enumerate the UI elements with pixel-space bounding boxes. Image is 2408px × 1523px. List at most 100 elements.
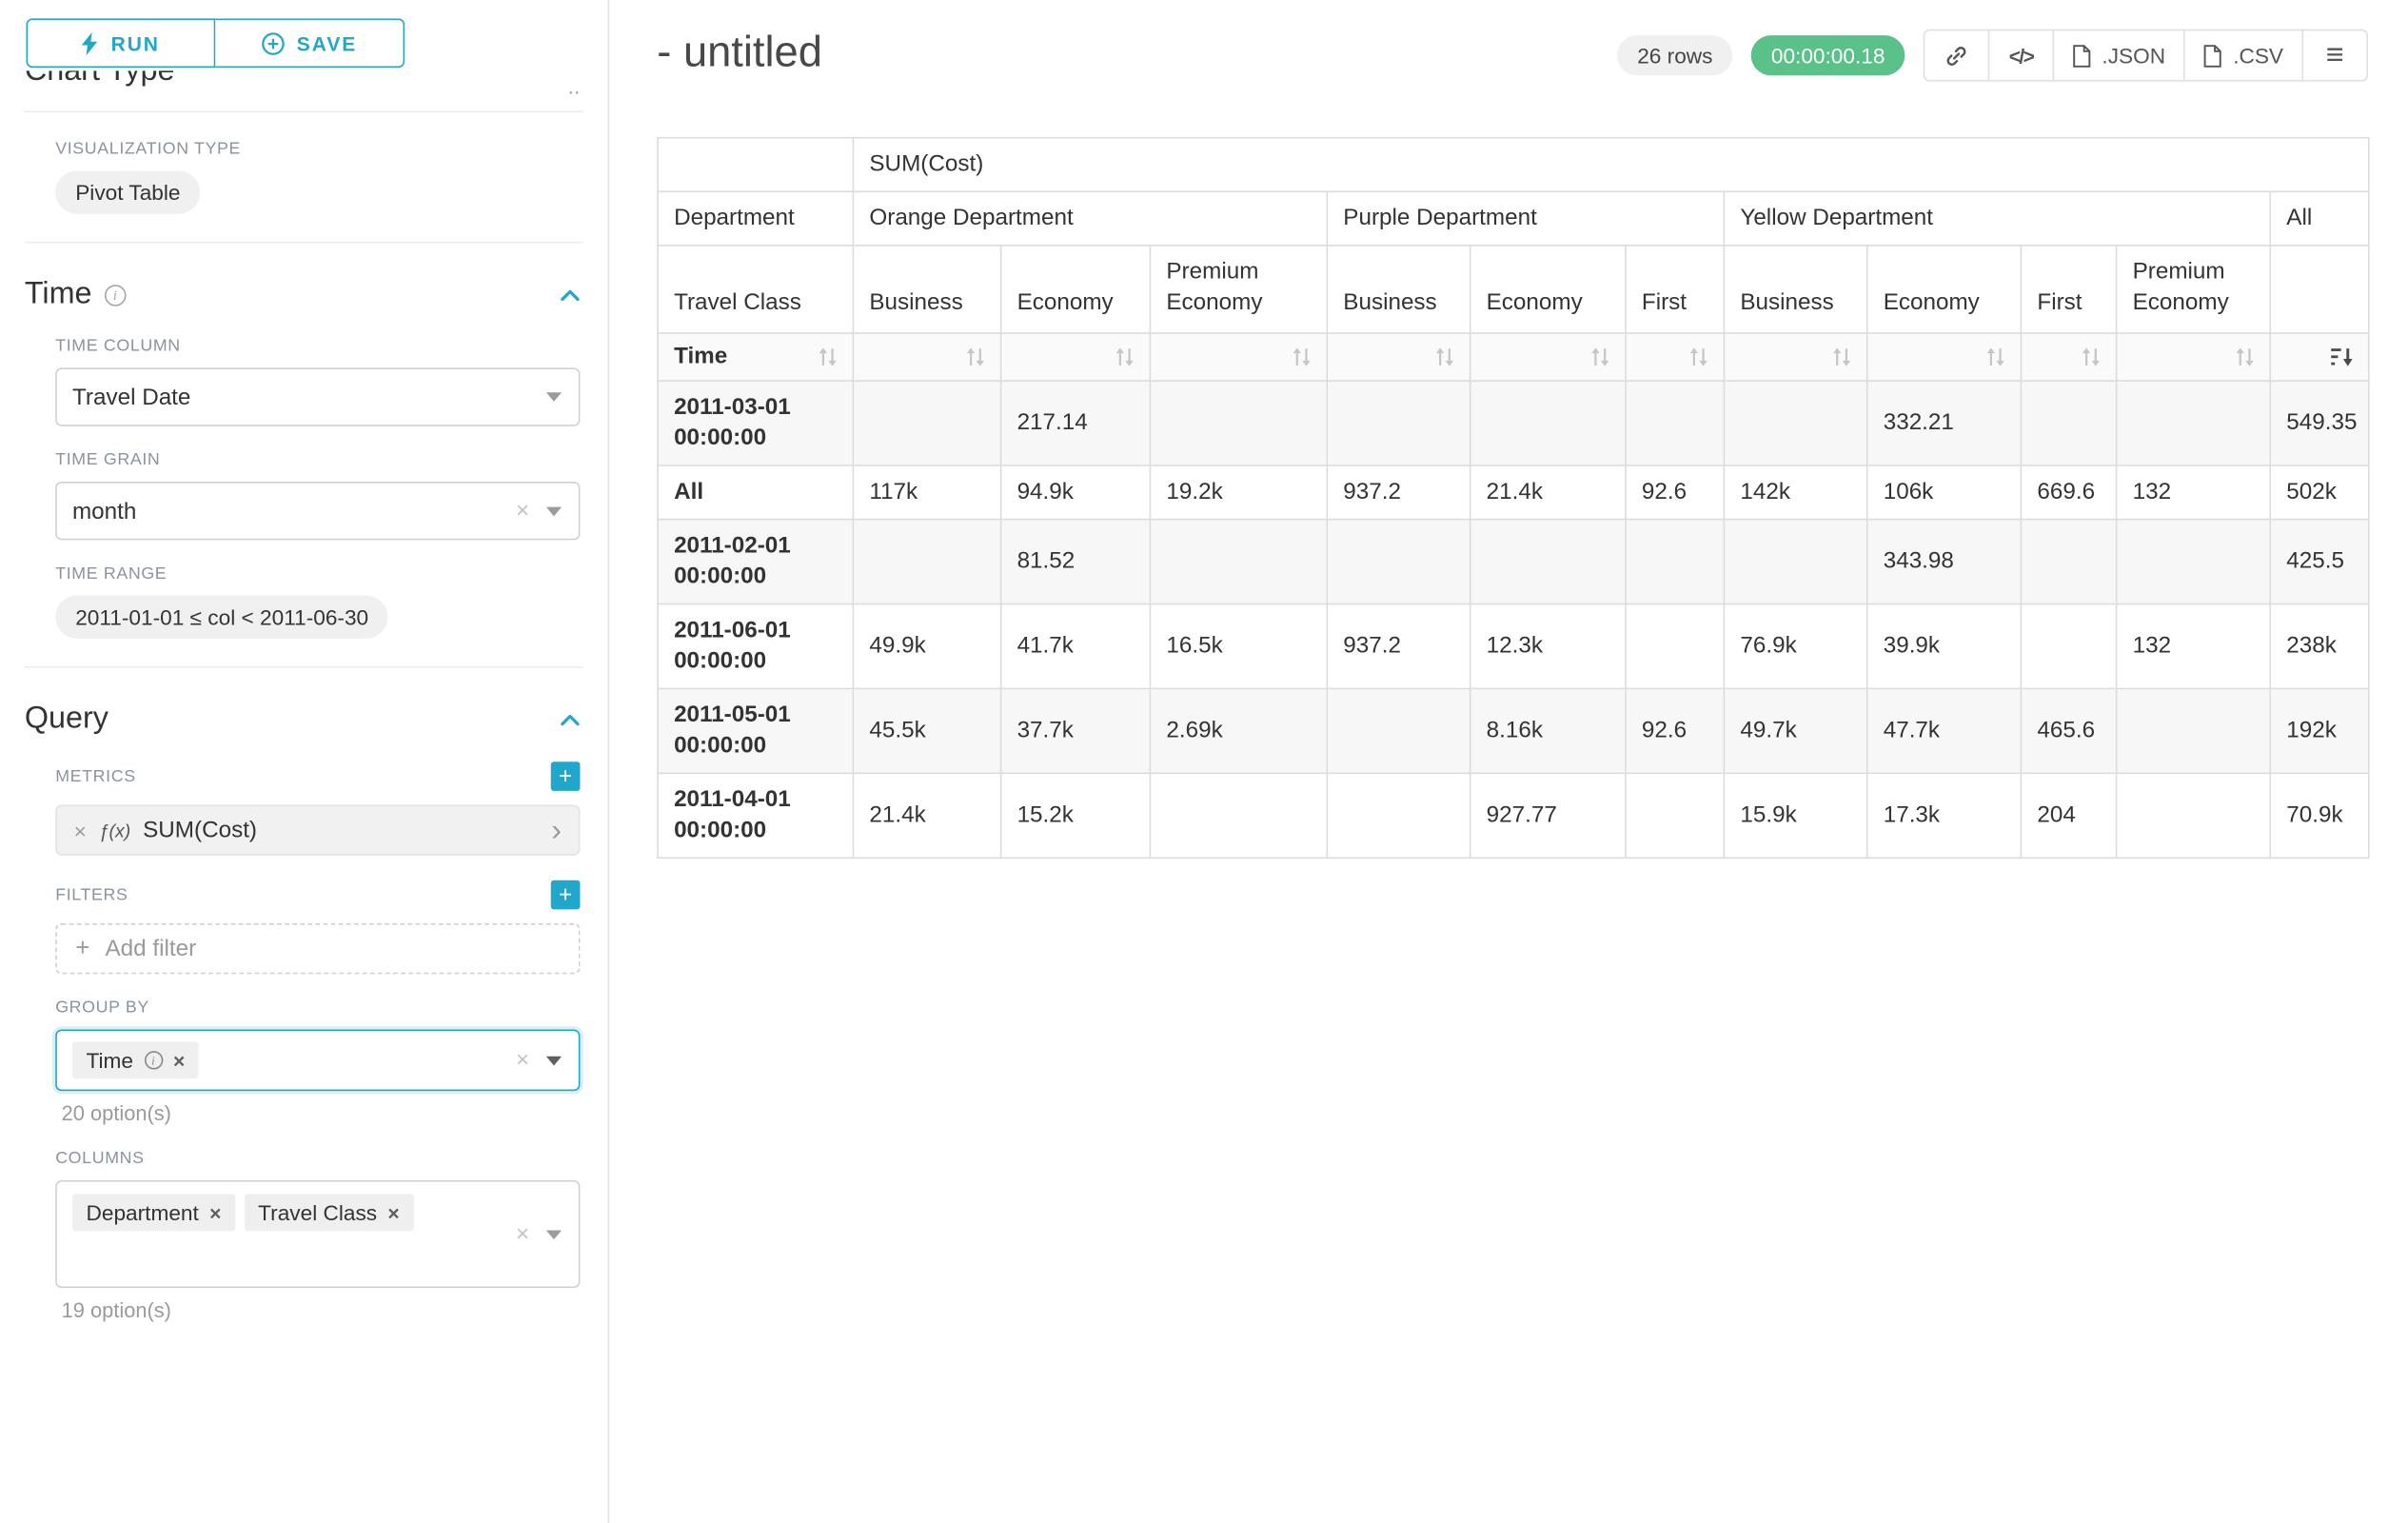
travel-class-column-header: Business bbox=[853, 246, 1000, 333]
caret-down-icon[interactable] bbox=[546, 1056, 562, 1065]
sort-icon[interactable] bbox=[1689, 347, 1707, 366]
pivot-table-container: SUM(Cost)DepartmentOrange DepartmentPurp… bbox=[657, 137, 2368, 859]
remove-metric-icon[interactable]: × bbox=[74, 820, 87, 841]
column-sort-header[interactable] bbox=[853, 333, 1000, 381]
pivot-value-cell bbox=[1626, 604, 1724, 689]
pivot-value-cell: 92.6 bbox=[1626, 465, 1724, 520]
clipped-chevron-icon: ‥ bbox=[568, 80, 581, 95]
export-json-button[interactable]: .JSON bbox=[2053, 30, 2185, 82]
time-grain-select[interactable]: month × bbox=[55, 482, 580, 540]
pivot-value-cell: 937.2 bbox=[1327, 465, 1470, 520]
pivot-value-cell bbox=[2117, 773, 2271, 858]
selected-option-tag[interactable]: Travel Class× bbox=[245, 1194, 414, 1231]
chart-header-actions: 26 rows 00:00:00.18 </> .JSON . bbox=[1617, 30, 2368, 82]
sort-icon[interactable] bbox=[2236, 347, 2254, 366]
clear-icon[interactable]: × bbox=[516, 1049, 529, 1072]
remove-tag-icon[interactable]: × bbox=[387, 1202, 399, 1222]
selected-option-tag[interactable]: Timei× bbox=[72, 1041, 199, 1078]
pivot-value-cell: 8.16k bbox=[1470, 688, 1626, 773]
pivot-value-cell bbox=[1150, 773, 1327, 858]
tag-label: Department bbox=[87, 1200, 199, 1225]
column-sort-header[interactable] bbox=[2021, 333, 2116, 381]
divider bbox=[25, 110, 583, 112]
row-count-badge: 26 rows bbox=[1617, 35, 1732, 75]
group-by-select[interactable]: Timei× × bbox=[55, 1030, 580, 1092]
metric-header: SUM(Cost) bbox=[853, 138, 2369, 192]
sort-icon[interactable] bbox=[1435, 347, 1453, 366]
travel-class-column-header: Business bbox=[1327, 246, 1470, 333]
sort-icon[interactable] bbox=[1832, 347, 1850, 366]
export-csv-button[interactable]: .CSV bbox=[2183, 30, 2303, 82]
time-section-header[interactable]: Time i bbox=[0, 259, 608, 326]
sort-icon[interactable] bbox=[1591, 347, 1609, 366]
chart-title[interactable]: - untitled bbox=[657, 25, 822, 80]
time-range-label: TIME RANGE bbox=[55, 564, 580, 583]
sort-icon[interactable] bbox=[2082, 347, 2100, 366]
chevron-up-icon[interactable] bbox=[560, 288, 580, 301]
file-icon bbox=[2073, 44, 2091, 67]
pivot-value-cell: 132 bbox=[2117, 465, 2271, 520]
pivot-value-cell: 204 bbox=[2021, 773, 2116, 858]
pivot-data-row: 2011-06-01 00:00:0049.9k41.7k16.5k937.21… bbox=[658, 604, 2369, 689]
time-range-value[interactable]: 2011-01-01 ≤ col < 2011-06-30 bbox=[55, 596, 388, 639]
column-sort-header[interactable] bbox=[1001, 333, 1151, 381]
time-column-select[interactable]: Travel Date bbox=[55, 367, 580, 425]
menu-button[interactable]: ≡ bbox=[2301, 30, 2368, 82]
filters-label: FILTERS bbox=[55, 885, 128, 903]
column-sort-header[interactable] bbox=[1724, 333, 1866, 381]
pivot-value-cell: 49.7k bbox=[1724, 688, 1866, 773]
add-filter-plus-button[interactable]: + bbox=[551, 880, 581, 910]
travel-class-column-header: First bbox=[2021, 246, 2116, 333]
clear-icon[interactable]: × bbox=[516, 1222, 529, 1245]
select-controls: × bbox=[516, 500, 562, 523]
visualization-type-value[interactable]: Pivot Table bbox=[55, 170, 200, 213]
metric-item[interactable]: × ƒ(x) SUM(Cost) › bbox=[55, 804, 580, 855]
sort-icon[interactable] bbox=[966, 347, 984, 366]
copy-link-button[interactable] bbox=[1924, 30, 1990, 82]
group-by-label: GROUP BY bbox=[55, 999, 580, 1017]
time-section-title: Time bbox=[25, 277, 92, 312]
row-time-header: All bbox=[658, 465, 853, 520]
selected-option-tag[interactable]: Department × bbox=[72, 1194, 235, 1231]
columns-select[interactable]: Department×Travel Class× × bbox=[55, 1180, 580, 1288]
pivot-value-cell: 21.4k bbox=[853, 773, 1000, 858]
column-sort-header[interactable] bbox=[1327, 333, 1470, 381]
run-button[interactable]: RUN bbox=[26, 18, 215, 68]
chevron-right-icon[interactable]: › bbox=[551, 820, 562, 841]
sort-icon[interactable] bbox=[1115, 347, 1134, 366]
pivot-value-cell: 937.2 bbox=[1327, 604, 1470, 689]
column-sort-header[interactable] bbox=[1867, 333, 2022, 381]
department-group-header: All bbox=[2270, 191, 2369, 246]
view-query-button[interactable]: </> bbox=[1988, 30, 2055, 82]
query-section-header[interactable]: Query bbox=[0, 683, 608, 750]
add-metric-button[interactable]: + bbox=[551, 762, 581, 791]
pivot-value-cell bbox=[1724, 520, 1866, 604]
travel-class-column-header: First bbox=[1626, 246, 1724, 333]
column-sort-header[interactable] bbox=[1150, 333, 1327, 381]
sort-icon[interactable] bbox=[1986, 347, 2004, 366]
save-button[interactable]: SAVE bbox=[215, 18, 405, 68]
caret-down-icon[interactable] bbox=[546, 392, 562, 402]
pivot-value-cell: 21.4k bbox=[1470, 465, 1626, 520]
link-icon bbox=[1945, 44, 1968, 67]
sort-icon[interactable] bbox=[819, 347, 837, 366]
remove-tag-icon[interactable]: × bbox=[173, 1050, 185, 1070]
column-sort-header[interactable] bbox=[2117, 333, 2271, 381]
column-sort-header[interactable] bbox=[1626, 333, 1724, 381]
divider bbox=[25, 242, 583, 244]
caret-down-icon[interactable] bbox=[546, 1230, 562, 1239]
remove-tag-icon[interactable]: × bbox=[209, 1202, 221, 1222]
sort-icon[interactable] bbox=[1293, 347, 1311, 366]
add-filter-button[interactable]: + Add filter bbox=[55, 923, 580, 974]
column-sort-header[interactable] bbox=[1470, 333, 1626, 381]
group-by-control: GROUP BY Timei× × 20 option(s) bbox=[0, 986, 608, 1137]
save-button-label: SAVE bbox=[297, 31, 357, 54]
select-controls bbox=[546, 392, 562, 402]
hamburger-icon: ≡ bbox=[2326, 40, 2344, 70]
clear-icon[interactable]: × bbox=[516, 500, 529, 523]
chevron-up-icon[interactable] bbox=[560, 713, 580, 725]
column-sort-header[interactable] bbox=[2270, 333, 2369, 381]
sort-descending-active-icon[interactable] bbox=[2331, 347, 2353, 366]
pivot-value-cell bbox=[1150, 381, 1327, 465]
caret-down-icon[interactable] bbox=[546, 506, 562, 516]
